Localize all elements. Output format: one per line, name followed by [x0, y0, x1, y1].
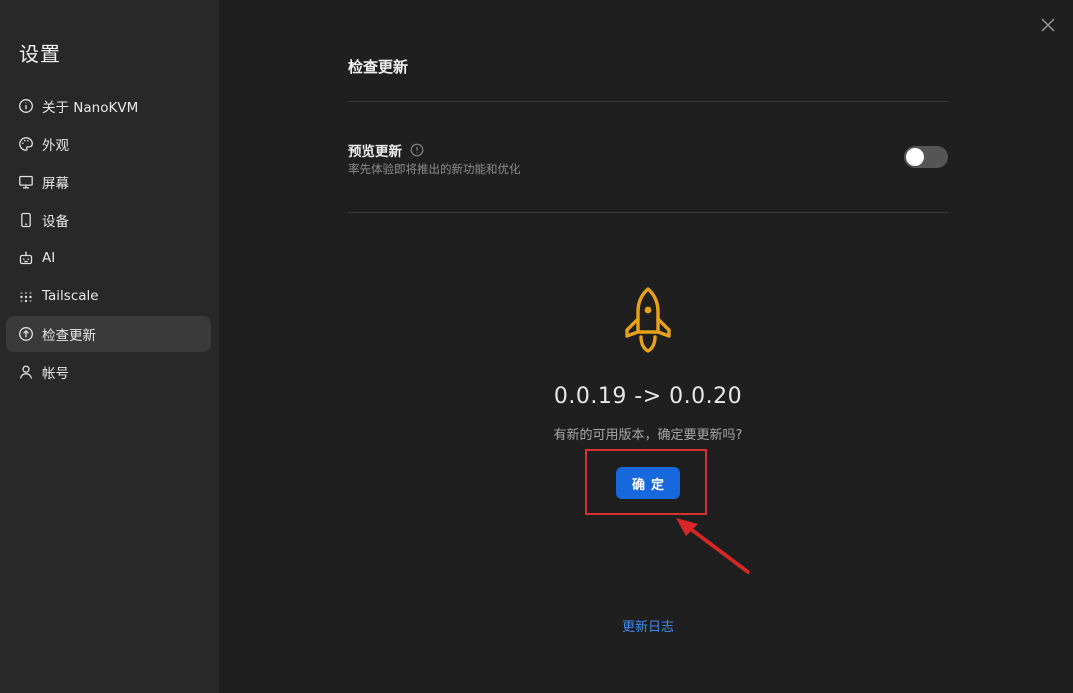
sidebar-item-device[interactable]: 设备 [6, 202, 211, 238]
sidebar: 设置 关于 NanoKVM 外观 屏幕 设备 AI Tailscale 检查更新… [0, 0, 219, 693]
phone-icon [18, 212, 34, 228]
tailscale-dots-icon [18, 288, 34, 304]
sidebar-nav: 关于 NanoKVM 外观 屏幕 设备 AI Tailscale 检查更新 帐号 [6, 88, 211, 392]
sidebar-title: 设置 [19, 42, 61, 66]
divider [348, 212, 948, 213]
changelog-link[interactable]: 更新日志 [348, 616, 948, 635]
sidebar-item-appearance[interactable]: 外观 [6, 126, 211, 162]
arrow-up-circle-icon [18, 326, 34, 342]
sidebar-item-screen[interactable]: 屏幕 [6, 164, 211, 200]
close-icon[interactable] [1039, 16, 1057, 34]
info-circle-icon [18, 98, 34, 114]
sidebar-item-label: AI [42, 250, 56, 266]
sidebar-item-tailscale[interactable]: Tailscale [6, 278, 211, 314]
robot-icon [18, 250, 34, 266]
sidebar-item-about[interactable]: 关于 NanoKVM [6, 88, 211, 124]
preview-update-description: 率先体验即将推出的新功能和优化 [348, 162, 521, 176]
sidebar-item-account[interactable]: 帐号 [6, 354, 211, 390]
sidebar-item-label: 屏幕 [42, 176, 69, 192]
sidebar-item-label: 设备 [42, 214, 69, 230]
preview-update-toggle[interactable] [904, 146, 948, 168]
preview-update-label: 预览更新 [348, 144, 402, 160]
sidebar-item-label: 关于 NanoKVM [42, 100, 139, 116]
toggle-knob [906, 148, 924, 166]
sidebar-item-label: Tailscale [42, 288, 99, 304]
version-text: 0.0.19 -> 0.0.20 [553, 384, 743, 409]
sidebar-item-ai[interactable]: AI [6, 240, 211, 276]
info-icon[interactable] [410, 143, 424, 157]
update-question: 有新的可用版本，确定要更新吗? [553, 428, 743, 443]
sidebar-item-label: 检查更新 [42, 328, 96, 344]
palette-icon [18, 136, 34, 152]
highlight-box [585, 449, 707, 515]
sidebar-item-check-update[interactable]: 检查更新 [6, 316, 211, 352]
user-icon [18, 364, 34, 380]
main-panel: 检查更新 预览更新 率先体验即将推出的新功能和优化 0.0.19 -> 0.0.… [348, 0, 948, 693]
annotation-arrow [670, 512, 755, 578]
sidebar-item-label: 外观 [42, 138, 69, 154]
page-title: 检查更新 [348, 58, 409, 76]
monitor-icon [18, 174, 34, 190]
preview-update-row: 预览更新 [348, 140, 424, 160]
settings-window: 设置 关于 NanoKVM 外观 屏幕 设备 AI Tailscale 检查更新… [0, 0, 1073, 693]
sidebar-item-label: 帐号 [42, 366, 69, 382]
divider [348, 101, 948, 102]
rocket-icon [617, 286, 679, 356]
